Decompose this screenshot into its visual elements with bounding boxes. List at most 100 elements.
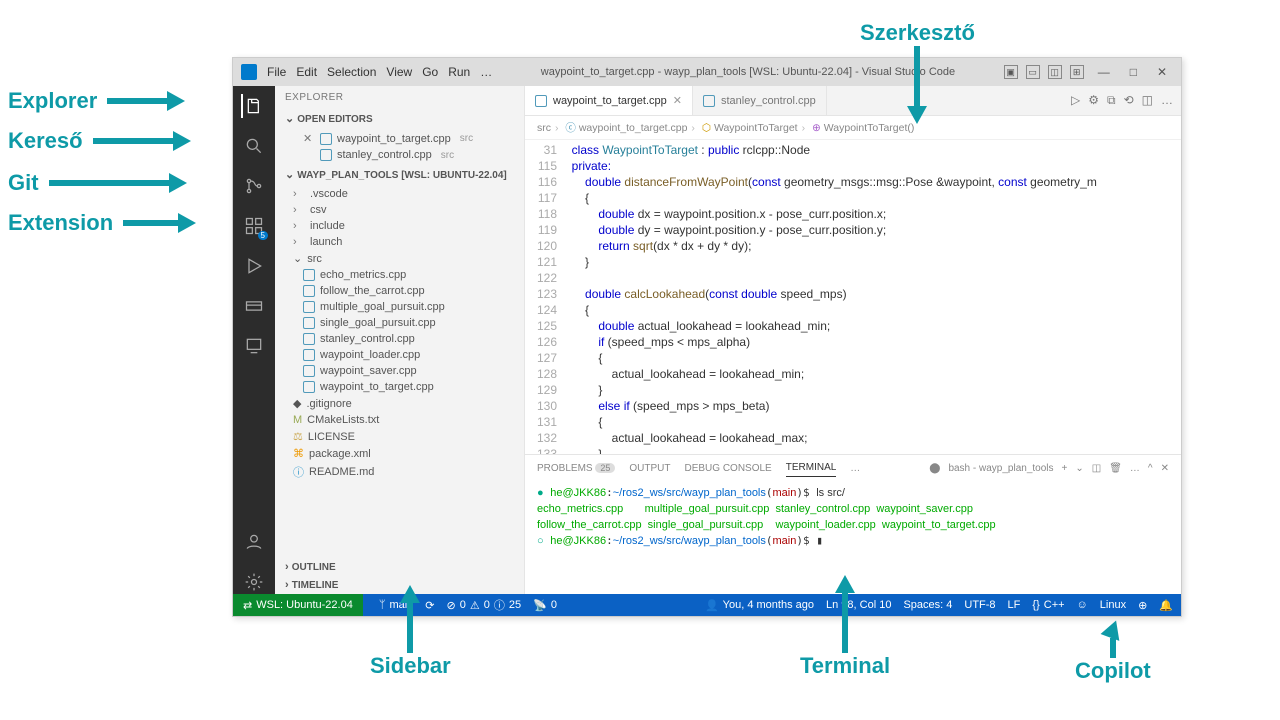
split-terminal-icon[interactable]: ◫ — [1092, 463, 1101, 474]
source-control-icon[interactable] — [242, 174, 266, 198]
problems-indicator[interactable]: ⊘0 ⚠0 ⓘ25 — [447, 597, 522, 613]
eol[interactable]: LF — [1008, 599, 1021, 611]
search-icon[interactable] — [242, 134, 266, 158]
panel-tab-problems[interactable]: PROBLEMS 25 — [537, 460, 615, 477]
open-editor-item[interactable]: ✕waypoint_to_target.cppsrc — [275, 130, 524, 147]
file-item[interactable]: M CMakeLists.txt — [275, 412, 524, 428]
explorer-icon[interactable] — [241, 94, 265, 118]
file-item[interactable]: ◆ .gitignore — [275, 395, 524, 412]
extensions-icon[interactable]: 5 — [242, 214, 266, 238]
feedback-icon[interactable]: ⊕ — [1138, 599, 1147, 612]
tab-stanley-control[interactable]: stanley_control.cpp — [693, 86, 827, 115]
layout-panel-icon[interactable]: ▭ — [1026, 65, 1040, 79]
folder-item[interactable]: .vscode — [275, 186, 524, 202]
file-item[interactable]: waypoint_to_target.cpp — [275, 379, 524, 395]
file-item[interactable]: ⚖ LICENSE — [275, 428, 524, 445]
layout-primary-icon[interactable]: ▣ — [1004, 65, 1018, 79]
panel-tab-output[interactable]: OUTPUT — [629, 460, 670, 477]
open-editors-header[interactable]: OPEN EDITORS — [275, 109, 524, 128]
folder-item[interactable]: csv — [275, 202, 524, 218]
trash-icon[interactable]: 🗑 — [1109, 463, 1122, 474]
folder-item[interactable]: include — [275, 218, 524, 234]
language-mode[interactable]: {} C++ — [1032, 599, 1064, 611]
terminal-label[interactable]: bash - wayp_plan_tools — [948, 463, 1053, 474]
outline-header[interactable]: OUTLINE — [275, 558, 524, 576]
menu-more[interactable]: … — [480, 65, 492, 79]
menu-file[interactable]: File — [267, 65, 286, 79]
sidebar: EXPLORER OPEN EDITORS ✕waypoint_to_targe… — [275, 86, 525, 594]
panel-tab-terminal[interactable]: TERMINAL — [786, 459, 837, 477]
close-icon[interactable]: ✕ — [673, 94, 682, 107]
git-blame[interactable]: 👤 You, 4 months ago — [705, 599, 814, 612]
folder-item[interactable]: launch — [275, 234, 524, 250]
notifications-icon[interactable]: 🔔 — [1159, 599, 1173, 612]
open-editors-list: ✕waypoint_to_target.cppsrc stanley_contr… — [275, 128, 524, 165]
file-item[interactable]: waypoint_saver.cpp — [275, 363, 524, 379]
copilot-icon[interactable]: ☺ — [1077, 599, 1088, 611]
menu-view[interactable]: View — [386, 65, 412, 79]
breadcrumb[interactable]: src› ⓒ waypoint_to_target.cpp› ⬡ Waypoin… — [525, 116, 1181, 140]
file-item[interactable]: single_goal_pursuit.cpp — [275, 315, 524, 331]
file-item[interactable]: multiple_goal_pursuit.cpp — [275, 299, 524, 315]
file-item[interactable]: ⌘ package.xml — [275, 445, 524, 462]
maximize-button[interactable]: □ — [1124, 65, 1143, 79]
tab-waypoint-to-target[interactable]: waypoint_to_target.cpp✕ — [525, 86, 693, 115]
more-icon[interactable]: … — [1130, 463, 1140, 474]
file-item[interactable]: stanley_control.cpp — [275, 331, 524, 347]
remote-explorer-icon[interactable] — [242, 294, 266, 318]
close-window-button[interactable]: ✕ — [1151, 65, 1173, 79]
cpp-file-icon — [320, 133, 332, 145]
menu-go[interactable]: Go — [422, 65, 438, 79]
file-item[interactable]: waypoint_loader.cpp — [275, 347, 524, 363]
annotation-extension: Extension — [8, 210, 196, 236]
chevron-down-icon: ⌄ — [293, 252, 302, 265]
run-debug-icon[interactable] — [242, 254, 266, 278]
annotation-git: Git — [8, 170, 187, 196]
compare-icon[interactable]: ⧉ — [1107, 93, 1116, 108]
run-icon[interactable]: ▷ — [1071, 93, 1080, 108]
annotation-explorer: Explorer — [8, 88, 185, 114]
file-item[interactable]: ⓘ README.md — [275, 462, 524, 482]
menu-run[interactable]: Run — [448, 65, 470, 79]
chevron-right-icon — [293, 220, 305, 232]
split-icon[interactable]: ◫ — [1142, 93, 1153, 108]
license-file-icon: ⚖ — [293, 430, 303, 443]
panel-tab-debug[interactable]: DEBUG CONSOLE — [684, 460, 771, 477]
annotation-sidebar: Sidebar — [370, 585, 451, 679]
terminal-dropdown-icon[interactable]: ⌄ — [1075, 463, 1083, 474]
open-editor-item[interactable]: stanley_control.cppsrc — [275, 147, 524, 163]
test-icon[interactable] — [242, 334, 266, 358]
remote-wsl-indicator[interactable]: ⇄ WSL: Ubuntu-22.04 — [233, 594, 363, 616]
gear-icon[interactable]: ⚙ — [1088, 93, 1099, 108]
os-indicator[interactable]: Linux — [1100, 599, 1126, 611]
vscode-logo-icon — [241, 64, 257, 80]
panel-tab-more[interactable]: … — [850, 460, 860, 477]
cpp-file-icon — [303, 317, 315, 329]
layout-custom-icon[interactable]: ⊞ — [1070, 65, 1084, 79]
accounts-icon[interactable] — [242, 530, 266, 554]
maximize-panel-icon[interactable]: ^ — [1148, 463, 1153, 474]
layout-side-icon[interactable]: ◫ — [1048, 65, 1062, 79]
ports-indicator[interactable]: 📡0 — [533, 599, 557, 612]
minimize-button[interactable]: — — [1092, 65, 1116, 79]
indentation[interactable]: Spaces: 4 — [903, 599, 952, 611]
new-terminal-button[interactable]: + — [1062, 463, 1068, 474]
workspace-header[interactable]: WAYP_PLAN_TOOLS [WSL: UBUNTU-22.04] — [275, 165, 524, 184]
file-item[interactable]: follow_the_carrot.cpp — [275, 283, 524, 299]
file-item[interactable]: echo_metrics.cpp — [275, 267, 524, 283]
cpp-file-icon — [303, 285, 315, 297]
encoding[interactable]: UTF-8 — [964, 599, 995, 611]
close-icon[interactable]: ✕ — [303, 132, 315, 145]
menu-edit[interactable]: Edit — [296, 65, 317, 79]
code-editor[interactable]: 31 115 116 117 118 119 120 121 122 123 1… — [525, 140, 1181, 454]
menu-selection[interactable]: Selection — [327, 65, 376, 79]
refresh-icon[interactable]: ⟲ — [1124, 93, 1134, 108]
more-icon[interactable]: … — [1161, 93, 1173, 108]
close-panel-icon[interactable]: ✕ — [1161, 463, 1169, 474]
settings-gear-icon[interactable] — [242, 570, 266, 594]
chevron-right-icon — [293, 188, 305, 200]
code-content[interactable]: class WaypointToTarget : public rclcpp::… — [565, 140, 1181, 454]
folder-src[interactable]: ⌄ src — [275, 250, 524, 267]
workspace-tree: .vscode csv include launch ⌄ src echo_me… — [275, 184, 524, 484]
panel: PROBLEMS 25 OUTPUT DEBUG CONSOLE TERMINA… — [525, 454, 1181, 594]
